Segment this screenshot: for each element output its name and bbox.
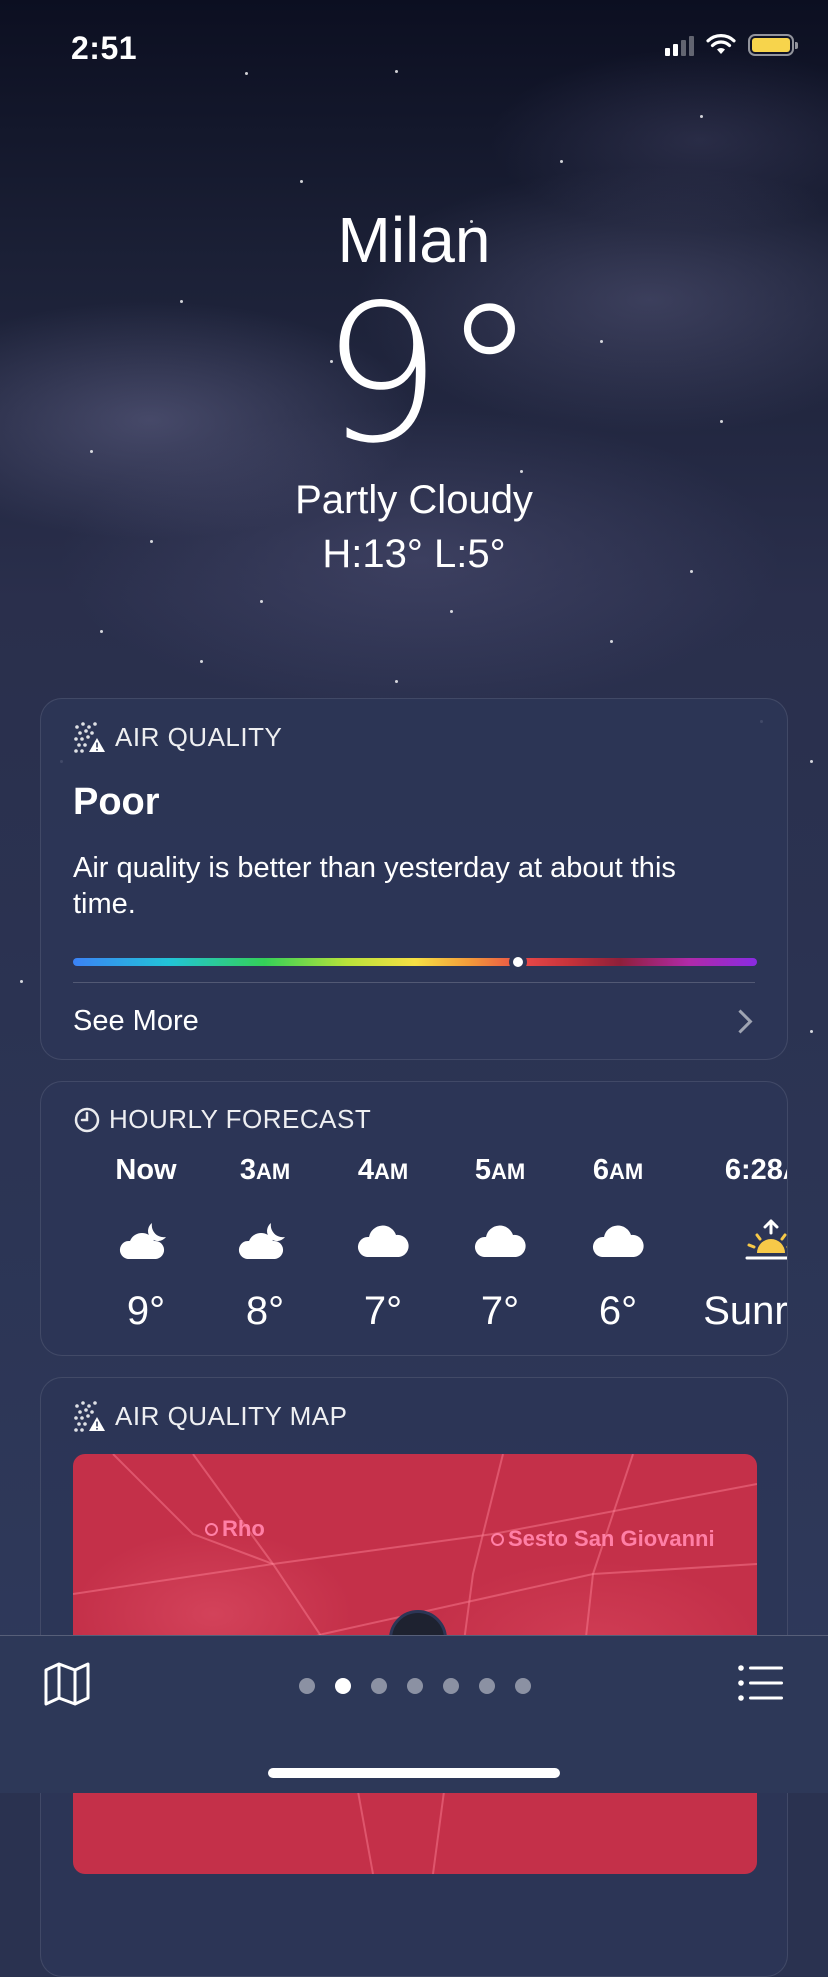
star	[200, 660, 203, 663]
map-place-sesto: Sesto San Giovanni	[491, 1526, 715, 1552]
hourly-forecast-item: 6AM 6°	[558, 1154, 678, 1334]
air-quality-card[interactable]: AIR QUALITY Poor Air quality is better t…	[40, 698, 788, 1060]
star	[700, 115, 703, 118]
hourly-temp: 8°	[245, 1289, 285, 1333]
star	[395, 70, 398, 73]
air-quality-map-title: AIR QUALITY MAP	[115, 1400, 348, 1431]
hourly-forecast-item: 4AM 7°	[323, 1154, 443, 1334]
cellular-signal-icon	[665, 34, 694, 56]
air-quality-level: Poor	[73, 781, 160, 823]
cloud-icon	[323, 1215, 443, 1267]
star	[260, 600, 263, 603]
page-dot[interactable]	[443, 1678, 459, 1694]
air-quality-scale-bar	[73, 953, 757, 971]
star	[395, 680, 398, 683]
see-more-label: See More	[73, 1004, 199, 1037]
hourly-time: 3AM	[239, 1154, 291, 1186]
star	[100, 630, 103, 633]
current-temperature: 9°	[321, 264, 537, 485]
list-icon[interactable]	[736, 1658, 786, 1708]
hourly-time: 5AM	[474, 1154, 526, 1186]
map-place-rho: Rho	[205, 1516, 265, 1542]
page-dot[interactable]	[515, 1678, 531, 1694]
star	[810, 760, 813, 763]
star	[245, 72, 248, 75]
air-quality-indicator	[508, 953, 527, 971]
air-quality-title: AIR QUALITY	[115, 721, 283, 752]
air-quality-icon	[74, 1401, 105, 1432]
hourly-forecast-item: Now 9°	[86, 1154, 206, 1334]
bottom-toolbar	[0, 1635, 828, 1793]
hourly-time: 4AM	[357, 1154, 409, 1186]
high-low-text: H:13° L:5°	[322, 532, 506, 576]
star	[810, 1030, 813, 1033]
battery-icon	[748, 34, 798, 56]
air-quality-icon	[74, 722, 105, 753]
cloud-icon	[558, 1215, 678, 1267]
hourly-temp: Sunrise	[703, 1289, 788, 1333]
air-quality-map-header: AIR QUALITY MAP	[73, 1400, 755, 1432]
hourly-time: Now	[115, 1154, 177, 1186]
air-quality-header: AIR QUALITY	[73, 721, 755, 753]
cloud-moon-icon	[86, 1215, 206, 1267]
star	[560, 160, 563, 163]
hourly-forecast-item: 5AM 7°	[440, 1154, 560, 1334]
page-indicator[interactable]	[0, 1678, 828, 1694]
star	[450, 610, 453, 613]
hourly-temp: 7°	[480, 1289, 520, 1333]
hourly-forecast-title: HOURLY FORECAST	[109, 1104, 372, 1134]
hourly-temp: 9°	[126, 1289, 166, 1333]
home-indicator	[268, 1768, 560, 1778]
star	[20, 980, 23, 983]
hourly-forecast-item: 3AM 8°	[205, 1154, 325, 1334]
page-dot[interactable]	[371, 1678, 387, 1694]
hourly-time: 6:28AM	[724, 1154, 787, 1186]
cloud-moon-icon	[205, 1215, 325, 1267]
page-dot[interactable]	[299, 1678, 315, 1694]
clock-icon	[74, 1107, 100, 1132]
page-dot[interactable]	[407, 1678, 423, 1694]
sunrise-icon	[696, 1215, 787, 1267]
star	[610, 640, 613, 643]
page-dot-active[interactable]	[335, 1678, 351, 1694]
status-icons	[665, 34, 798, 56]
wifi-icon	[706, 34, 736, 54]
chevron-right-icon	[728, 1008, 753, 1034]
status-time: 2:51	[71, 30, 138, 66]
see-more-button[interactable]: See More	[73, 982, 755, 1059]
hourly-time: 6AM	[592, 1154, 644, 1186]
air-quality-description: Air quality is better than yesterday at …	[73, 852, 676, 920]
star	[300, 180, 303, 183]
condition-text: Partly Cloudy	[295, 478, 533, 522]
hourly-temp: 6°	[598, 1289, 638, 1333]
cloud-icon	[440, 1215, 560, 1267]
page-dot[interactable]	[479, 1678, 495, 1694]
hourly-forecast-card[interactable]: HOURLY FORECAST Now 9° 3AM 8° 4AM 7° 5AM 7° 6AM 6…	[40, 1081, 788, 1356]
hourly-forecast-item: 6:28AM Sunrise	[696, 1154, 788, 1334]
hourly-temp: 7°	[363, 1289, 403, 1333]
hourly-forecast-header: HOURLY FORECAST	[73, 1104, 755, 1135]
